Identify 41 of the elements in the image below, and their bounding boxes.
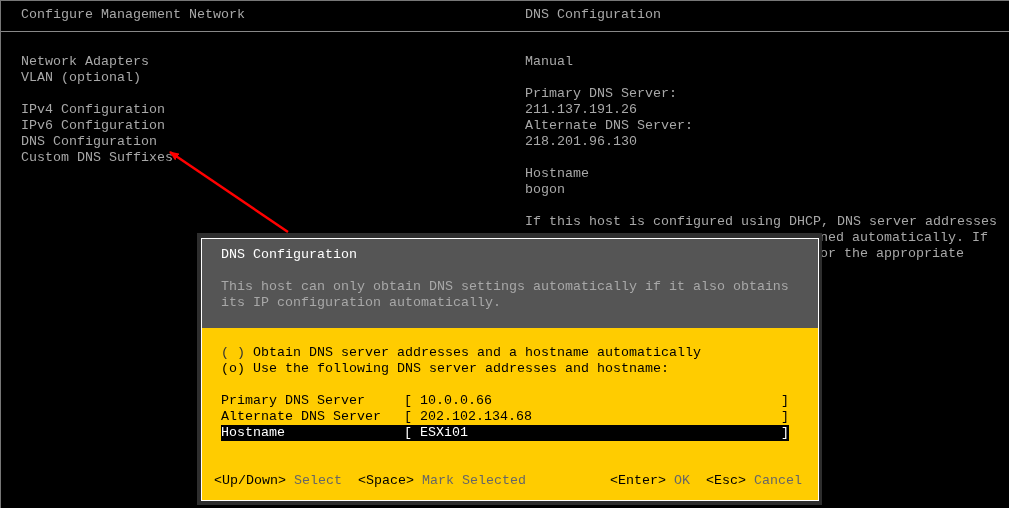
- info-text: Hostname: [525, 166, 589, 182]
- menu-item[interactable]: IPv4 Configuration: [21, 102, 165, 118]
- field-row[interactable]: Alternate DNS Server [ 202.102.134.68 ]: [221, 409, 789, 425]
- key-hint: <Esc>: [706, 473, 746, 489]
- key-hint: <Enter>: [610, 473, 666, 489]
- radio-marker[interactable]: (o): [221, 361, 245, 377]
- info-text: Alternate DNS Server:: [525, 118, 693, 134]
- key-action[interactable]: Select: [294, 473, 342, 489]
- panel-title: Configure Management Network: [1, 1, 505, 32]
- key-hint: <Space>: [358, 473, 414, 489]
- radio-option[interactable]: ( ) Obtain DNS server addresses and a hostname automatically: [221, 345, 701, 361]
- info-text: bogon: [525, 182, 565, 198]
- field-label: Alternate DNS Server: [221, 409, 382, 425]
- menu-item[interactable]: DNS Configuration: [21, 134, 157, 150]
- info-text: Manual: [525, 54, 573, 70]
- field-label: Hostname: [221, 425, 286, 441]
- menu-item[interactable]: Custom DNS Suffixes: [21, 150, 173, 166]
- dialog-title: DNS Configuration: [221, 247, 357, 263]
- key-action[interactable]: Mark Selected: [422, 473, 526, 489]
- input-field[interactable]: [ 202.102.134.68 ]: [404, 409, 789, 425]
- field-label: Primary DNS Server: [221, 393, 366, 409]
- field-row[interactable]: Primary DNS Server [ 10.0.0.66 ]: [221, 393, 789, 409]
- menu-item[interactable]: Network Adapters: [21, 54, 149, 70]
- panel-title: DNS Configuration: [505, 1, 1009, 32]
- info-text: 218.201.96.130: [525, 134, 637, 150]
- option-label: Use the following DNS server addresses and hostname:: [253, 361, 669, 377]
- option-label: Obtain DNS server addresses and a hostname automatically: [253, 345, 701, 361]
- menu-item[interactable]: VLAN (optional): [21, 70, 141, 86]
- info-text: Primary DNS Server:: [525, 86, 677, 102]
- info-text: 211.137.191.26: [525, 102, 637, 118]
- radio-option[interactable]: (o) Use the following DNS server addresses and hostname:: [221, 361, 669, 377]
- key-hint: <Up/Down>: [214, 473, 286, 489]
- dialog-description: This host can only obtain DNS settings automatically if it also obtains its IP configuration automatically.: [221, 279, 789, 311]
- info-text: If this host is configured using DHCP, DNS server addresses: [525, 214, 997, 230]
- key-action[interactable]: OK: [674, 473, 690, 489]
- radio-marker[interactable]: ( ): [221, 345, 245, 361]
- key-action[interactable]: Cancel: [754, 473, 802, 489]
- input-field[interactable]: [ 10.0.0.66 ]: [404, 393, 789, 409]
- menu-item[interactable]: IPv6 Configuration: [21, 118, 165, 134]
- input-field[interactable]: [ ESXi01 ]: [404, 425, 789, 441]
- selected-row[interactable]: Hostname [ ESXi01 ]: [221, 425, 789, 441]
